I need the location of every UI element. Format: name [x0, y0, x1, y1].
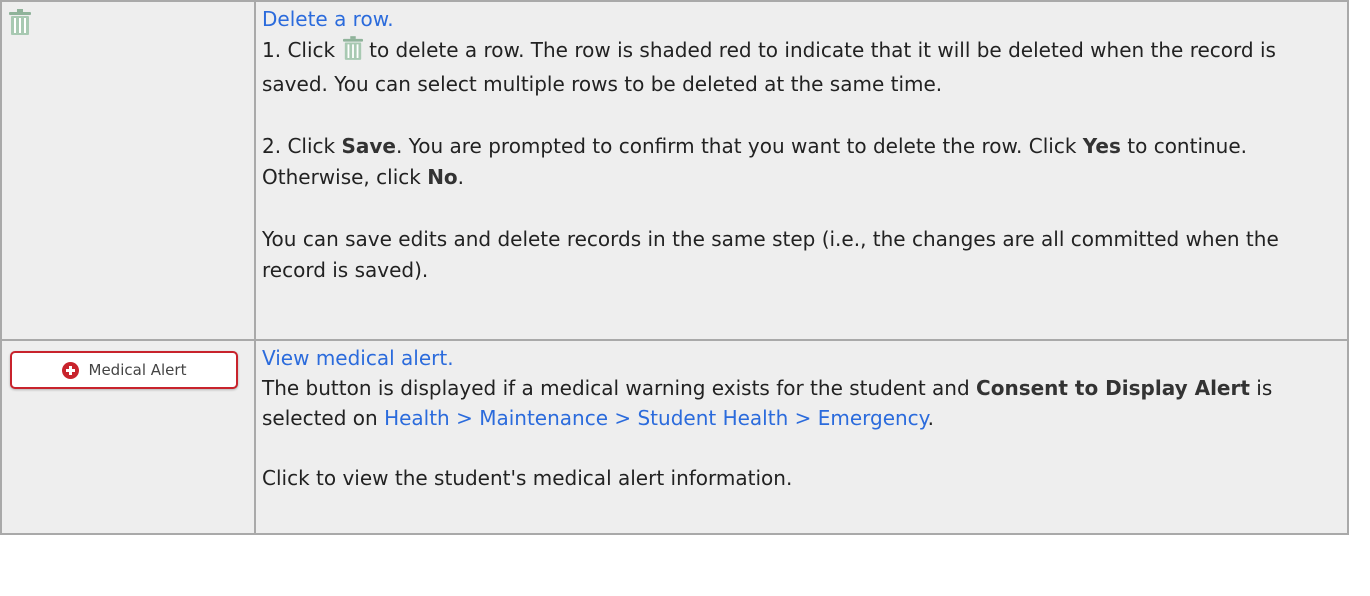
step-2-text: 2. Click Save. You are prompted to confi…	[262, 134, 1248, 189]
table-row: Delete a row. 1. Click to delete a row. …	[0, 0, 1349, 341]
description-text: The button is displayed if a medical war…	[262, 376, 1273, 430]
note-text: You can save edits and delete records in…	[262, 227, 1279, 282]
icon-cell: Medical Alert	[0, 339, 256, 535]
delete-row-link[interactable]: Delete a row.	[262, 7, 394, 31]
note-text: Click to view the student's medical aler…	[262, 466, 793, 490]
trash-icon	[9, 9, 31, 40]
description-cell: Delete a row. 1. Click to delete a row. …	[254, 0, 1349, 341]
table-row: Medical Alert View medical alert. The bu…	[0, 339, 1349, 535]
view-medical-alert-link[interactable]: View medical alert.	[262, 346, 454, 370]
step-1-text: 1. Click to delete a row. The row is sha…	[262, 36, 1276, 96]
help-table: Delete a row. 1. Click to delete a row. …	[0, 0, 1349, 535]
description-cell: View medical alert. The button is displa…	[254, 339, 1349, 535]
trash-icon	[343, 36, 364, 69]
medical-alert-button[interactable]: Medical Alert	[10, 351, 238, 389]
icon-cell	[0, 0, 256, 341]
plus-circle-icon	[61, 361, 79, 379]
health-emergency-link[interactable]: Health > Maintenance > Student Health > …	[384, 406, 928, 430]
